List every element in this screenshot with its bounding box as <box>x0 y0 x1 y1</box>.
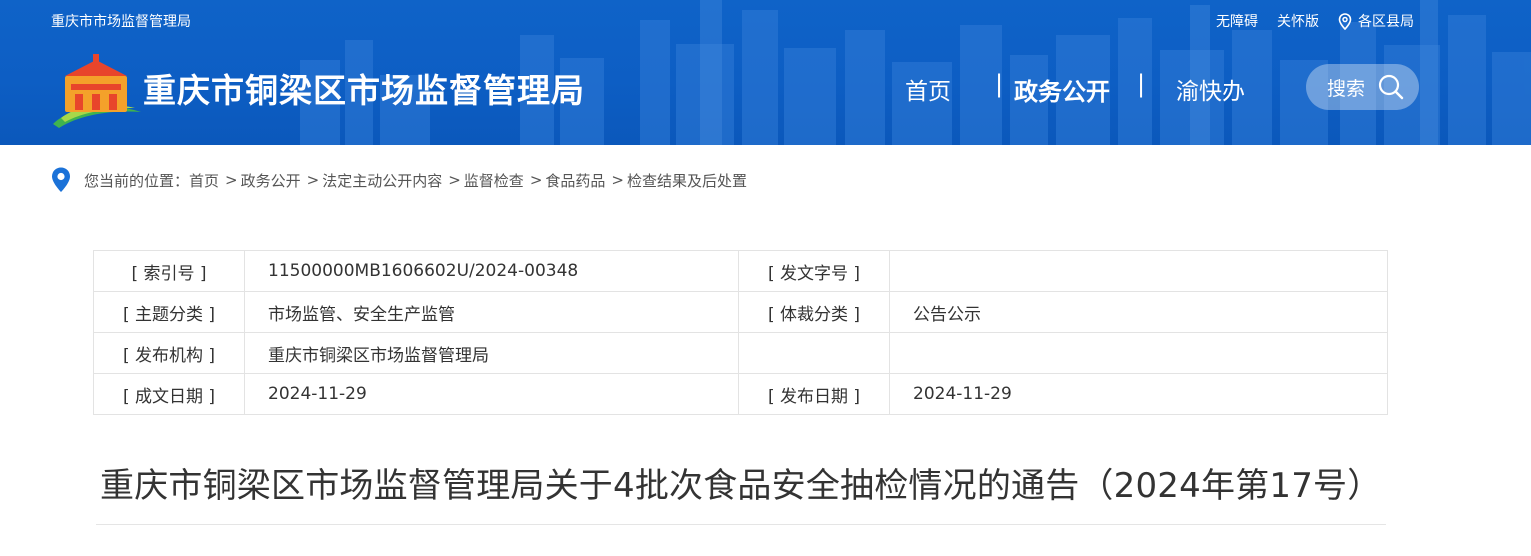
breadcrumb-separator: > <box>611 171 624 189</box>
article-title: 重庆市铜梁区市场监督管理局关于4批次食品安全抽检情况的通告（2024年第17号） <box>100 466 1382 506</box>
table-row: [ 成文日期 ] 2024-11-29 [ 发布日期 ] 2024-11-29 <box>93 373 1388 415</box>
search-button-label: 搜索 <box>1327 77 1366 100</box>
meta-value: 2024-11-29 <box>244 373 739 415</box>
meta-key <box>738 332 890 374</box>
breadcrumb-separator: > <box>529 171 543 189</box>
meta-key: [ 主题分类 ] <box>93 291 245 333</box>
site-header: 重庆市市场监督管理局 无障碍 关怀版 各区县局 重庆市铜梁区市场监督管理局 首页… <box>0 0 1531 145</box>
parent-site-link[interactable]: 重庆市市场监督管理局 <box>51 11 191 31</box>
breadcrumb-prefix: 您当前的位置： <box>84 171 190 190</box>
meta-value: 市场监管、安全生产监管 <box>244 291 739 333</box>
breadcrumb-item[interactable]: 法定主动公开内容 <box>322 170 442 191</box>
document-metadata-table: [ 索引号 ] 11500000MB1606602U/2024-00348 [ … <box>93 250 1388 415</box>
meta-value <box>889 250 1388 292</box>
bureau-logo[interactable] <box>51 54 143 128</box>
breadcrumb-item[interactable]: 政务公开 <box>241 170 301 191</box>
location-pin-icon <box>52 167 70 192</box>
table-row: [ 发布机构 ] 重庆市铜梁区市场监督管理局 <box>93 332 1388 374</box>
breadcrumb-item[interactable]: 食品药品 <box>545 170 605 191</box>
search-icon <box>1378 74 1404 100</box>
meta-key: [ 索引号 ] <box>93 250 245 292</box>
meta-key: [ 体裁分类 ] <box>738 291 890 333</box>
nav-gov-affairs[interactable]: 政务公开 <box>1014 72 1110 107</box>
districts-label: 各区县局 <box>1358 14 1414 30</box>
meta-value: 2024-11-29 <box>889 373 1388 415</box>
meta-value <box>889 332 1388 374</box>
districts-link[interactable]: 各区县局 <box>1338 11 1414 31</box>
table-row: [ 主题分类 ] 市场监管、安全生产监管 [ 体裁分类 ] 公告公示 <box>93 291 1388 333</box>
meta-key: [ 发布日期 ] <box>738 373 890 415</box>
nav-separator: | <box>1137 70 1146 98</box>
title-divider <box>96 524 1386 525</box>
meta-key: [ 发文字号 ] <box>738 250 890 292</box>
top-utility-links: 无障碍 关怀版 各区县局 <box>1197 11 1414 31</box>
accessibility-link[interactable]: 无障碍 <box>1216 11 1258 31</box>
breadcrumb: 您当前的位置： 首页 > 政务公开 > 法定主动公开内容 > 监督检查 > 食品… <box>50 166 747 194</box>
breadcrumb-item[interactable]: 监督检查 <box>464 170 524 191</box>
breadcrumb-separator: > <box>225 171 238 189</box>
breadcrumb-item[interactable]: 首页 <box>189 170 219 191</box>
breadcrumb-separator: > <box>306 171 320 189</box>
meta-value: 公告公示 <box>889 291 1388 333</box>
meta-key: [ 成文日期 ] <box>93 373 245 415</box>
breadcrumb-item[interactable]: 检查结果及后处置 <box>627 170 747 191</box>
meta-value: 重庆市铜梁区市场监督管理局 <box>244 332 739 374</box>
nav-separator: | <box>995 70 1004 98</box>
nav-home[interactable]: 首页 <box>905 72 951 106</box>
meta-key: [ 发布机构 ] <box>93 332 245 374</box>
table-row: [ 索引号 ] 11500000MB1606602U/2024-00348 [ … <box>93 250 1388 292</box>
care-mode-link[interactable]: 关怀版 <box>1277 11 1319 31</box>
location-pin-icon <box>1338 12 1352 30</box>
meta-value: 11500000MB1606602U/2024-00348 <box>244 250 739 292</box>
site-title[interactable]: 重庆市铜梁区市场监督管理局 <box>143 64 585 112</box>
breadcrumb-separator: > <box>448 171 461 189</box>
nav-yukuaiban[interactable]: 渝快办 <box>1176 72 1245 106</box>
search-button[interactable]: 搜索 <box>1306 64 1419 110</box>
